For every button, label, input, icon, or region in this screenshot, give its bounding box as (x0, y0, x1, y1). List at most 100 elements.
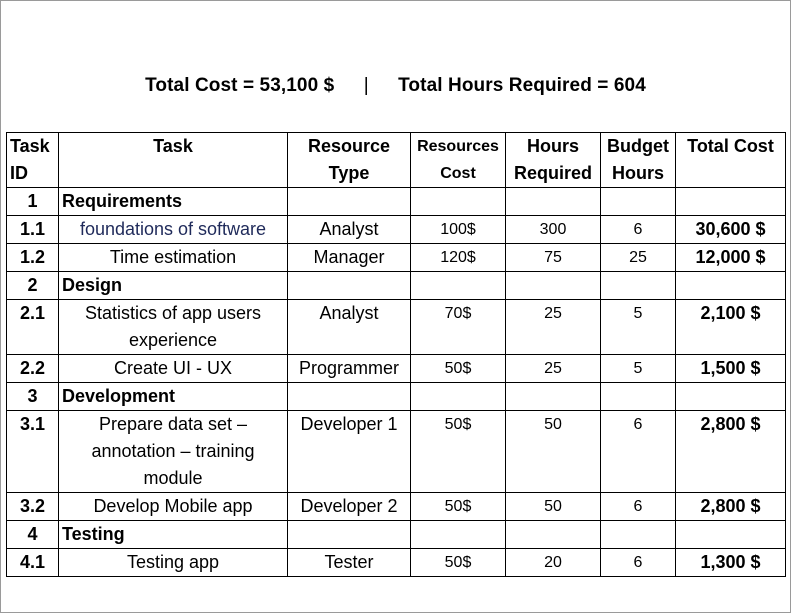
empty-cell (410, 187, 506, 216)
task-name: Time estimation (58, 243, 288, 272)
header-hours-required-line1: Hours (526, 136, 579, 156)
resource-type: Developer 1 (287, 410, 411, 493)
project-cost-table: Task ID Task Resource Type Resources Cos… (6, 132, 786, 577)
header-task: Task (58, 132, 288, 188)
empty-cell (600, 271, 676, 300)
phase-id: 1 (6, 187, 59, 216)
empty-cell (600, 520, 676, 549)
resource-type: Analyst (287, 299, 411, 355)
total-hours-summary: Total Hours Required = 604 (398, 75, 646, 96)
empty-cell (287, 187, 411, 216)
hours-required: 75 (505, 243, 601, 272)
task-name: Create UI - UX (58, 354, 288, 383)
summary-separator: | (363, 75, 369, 96)
table-row: 2.2 Create UI - UX Programmer 50$ 25 5 1,500 $ (6, 354, 786, 383)
header-resource-type-line1: Resource (307, 136, 391, 156)
hours-required: 50 (505, 410, 601, 493)
task-id: 3.2 (6, 492, 59, 521)
hours-required: 25 (505, 299, 601, 355)
empty-cell (287, 271, 411, 300)
task-name: foundations of software (58, 215, 288, 244)
empty-cell (600, 382, 676, 411)
task-id: 1.1 (6, 215, 59, 244)
empty-cell (675, 187, 786, 216)
empty-cell (287, 520, 411, 549)
phase-id: 2 (6, 271, 59, 300)
empty-cell (675, 520, 786, 549)
table-row: 3.2 Develop Mobile app Developer 2 50$ 50 6 2,… (6, 492, 786, 521)
total-cost: 2,100 $ (675, 299, 786, 355)
total-cost: 1,300 $ (675, 548, 786, 577)
budget-hours: 5 (600, 354, 676, 383)
total-cost: 2,800 $ (675, 492, 786, 521)
resource-type: Programmer (287, 354, 411, 383)
phase-id: 4 (6, 520, 59, 549)
phase-row: 1 Requirements (6, 187, 786, 216)
empty-cell (410, 520, 506, 549)
table-row: 1.2 Time estimation Manager 120$ 75 25 12,000 … (6, 243, 786, 272)
empty-cell (675, 271, 786, 300)
task-id: 3.1 (6, 410, 59, 493)
table-row: 4.1 Testing app Tester 50$ 20 6 1,300 $ (6, 548, 786, 577)
resource-cost: 50$ (410, 354, 506, 383)
empty-cell (410, 271, 506, 300)
task-name: Testing app (58, 548, 288, 577)
task-name: Prepare data set – annotation – training… (58, 410, 288, 493)
empty-cell (505, 520, 601, 549)
header-budget-hours: Budget Hours (600, 132, 676, 188)
header-resource-type-line2: Type (328, 163, 370, 183)
resource-cost: 120$ (410, 243, 506, 272)
header-task-id-line2: ID (10, 163, 28, 183)
phase-name: Development (58, 382, 288, 411)
budget-hours: 6 (600, 492, 676, 521)
table-row: 1.1 foundations of software Analyst 100$ 300… (6, 215, 786, 244)
summary-line: Total Cost = 53,100 $ | Total Hours Requ… (0, 75, 791, 97)
task-name: Develop Mobile app (58, 492, 288, 521)
empty-cell (505, 382, 601, 411)
table-body: 1 Requirements 1.1 foundations of software A… (6, 187, 786, 577)
total-cost: 2,800 $ (675, 410, 786, 493)
header-budget-hours-line2: Hours (611, 163, 664, 183)
header-task-id-line1: Task (10, 136, 50, 156)
empty-cell (505, 271, 601, 300)
budget-hours: 6 (600, 548, 676, 577)
table-row: 2.1 Statistics of app users experience Ana… (6, 299, 786, 355)
budget-hours: 6 (600, 215, 676, 244)
header-hours-required-line2: Required (513, 163, 592, 183)
task-id: 4.1 (6, 548, 59, 577)
hours-required: 300 (505, 215, 601, 244)
phase-row: 4 Testing (6, 520, 786, 549)
empty-cell (600, 187, 676, 216)
task-id: 1.2 (6, 243, 59, 272)
header-row: Task ID Task Resource Type Resources Cos… (6, 132, 786, 188)
resource-cost: 50$ (410, 410, 506, 493)
header-resources-cost-line1: Resources (417, 138, 499, 155)
task-name: Statistics of app users experience (58, 299, 288, 355)
resource-cost: 70$ (410, 299, 506, 355)
resource-type: Analyst (287, 215, 411, 244)
phase-id: 3 (6, 382, 59, 411)
header-task-id: Task ID (6, 132, 59, 188)
header-budget-hours-line1: Budget (607, 136, 669, 156)
phase-row: 2 Design (6, 271, 786, 300)
hours-required: 25 (505, 354, 601, 383)
empty-cell (675, 382, 786, 411)
phase-row: 3 Development (6, 382, 786, 411)
header-resources-cost-line2: Cost (440, 165, 476, 182)
header-resources-cost: Resources Cost (410, 132, 506, 188)
empty-cell (505, 187, 601, 216)
header-resource-type: Resource Type (287, 132, 411, 188)
resource-cost: 50$ (410, 492, 506, 521)
phase-name: Testing (58, 520, 288, 549)
header-total-cost: Total Cost (675, 132, 786, 188)
resource-type: Manager (287, 243, 411, 272)
resource-type: Developer 2 (287, 492, 411, 521)
total-cost: 30,600 $ (675, 215, 786, 244)
resource-type: Tester (287, 548, 411, 577)
resource-cost: 50$ (410, 548, 506, 577)
table-row: 3.1 Prepare data set – annotation – train… (6, 410, 786, 493)
empty-cell (287, 382, 411, 411)
hours-required: 20 (505, 548, 601, 577)
empty-cell (410, 382, 506, 411)
task-id: 2.1 (6, 299, 59, 355)
